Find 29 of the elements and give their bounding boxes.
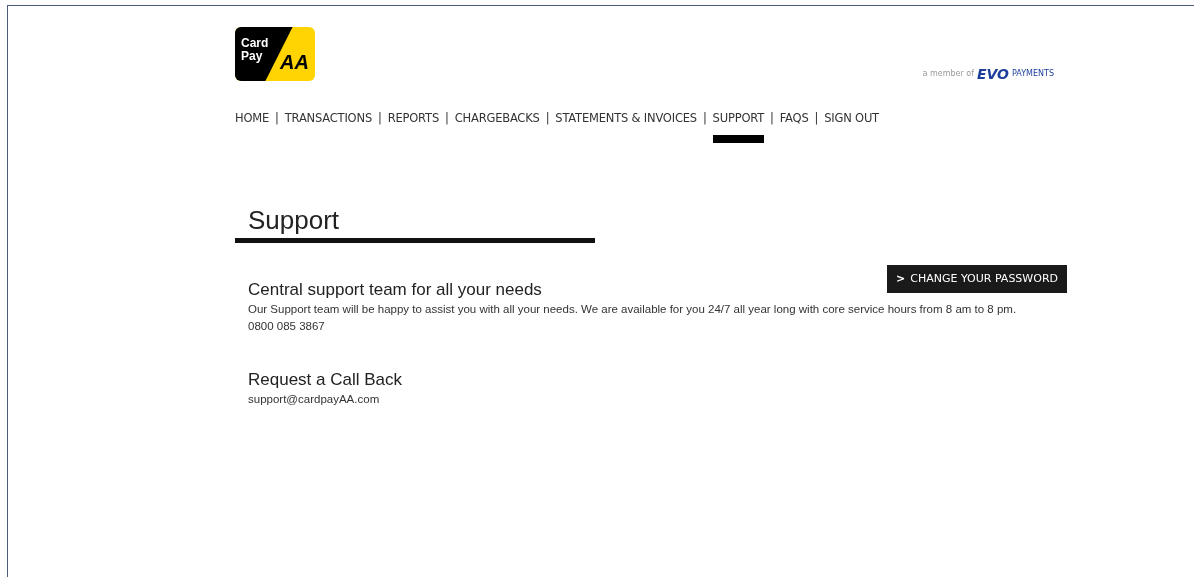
change-password-button[interactable]: > CHANGE YOUR PASSWORD <box>887 265 1067 293</box>
nav-link[interactable]: FAQS <box>779 111 809 143</box>
nav-link[interactable]: SUPPORT <box>712 111 764 143</box>
nav-link[interactable]: REPORTS <box>387 111 439 143</box>
logo-text: Card <box>241 37 269 50</box>
nav-link[interactable]: HOME <box>235 111 270 143</box>
nav-separator: | <box>377 111 383 125</box>
nav-separator: | <box>701 111 708 125</box>
nav-link[interactable]: TRANSACTIONS <box>284 111 372 143</box>
logo-text: Pay <box>241 50 263 63</box>
nav-link[interactable]: CHARGEBACKS <box>454 111 540 143</box>
section-text: Our Support team will be happy to assist you with all your needs. We are available for you 24/7 all year long with core service hours from 8 am to 8 pm. <box>248 302 1018 317</box>
nav-separator: | <box>274 111 280 125</box>
page-title: Support <box>248 204 341 237</box>
logo-brand: AA <box>280 52 309 72</box>
section-heading: Request a Call Back <box>248 369 404 391</box>
nav-link[interactable]: SIGN OUT <box>824 111 879 143</box>
partner-brand: EVO <box>976 67 1010 81</box>
nav-link[interactable]: STATEMENTS & INVOICES <box>555 111 697 143</box>
partner-text: PAYMENTS <box>1012 68 1054 80</box>
nav-separator: | <box>544 111 551 125</box>
section-heading: Central support team for all your needs <box>248 279 543 301</box>
nav-separator: | <box>769 111 775 125</box>
partner-text: a member of <box>922 68 974 80</box>
nav-separator: | <box>813 111 820 125</box>
chevron-icon: > <box>896 270 906 288</box>
section-text: 0800 085 3867 <box>248 319 326 334</box>
nav-separator: | <box>444 111 450 125</box>
section-text: support@cardpayAA.com <box>248 392 381 407</box>
